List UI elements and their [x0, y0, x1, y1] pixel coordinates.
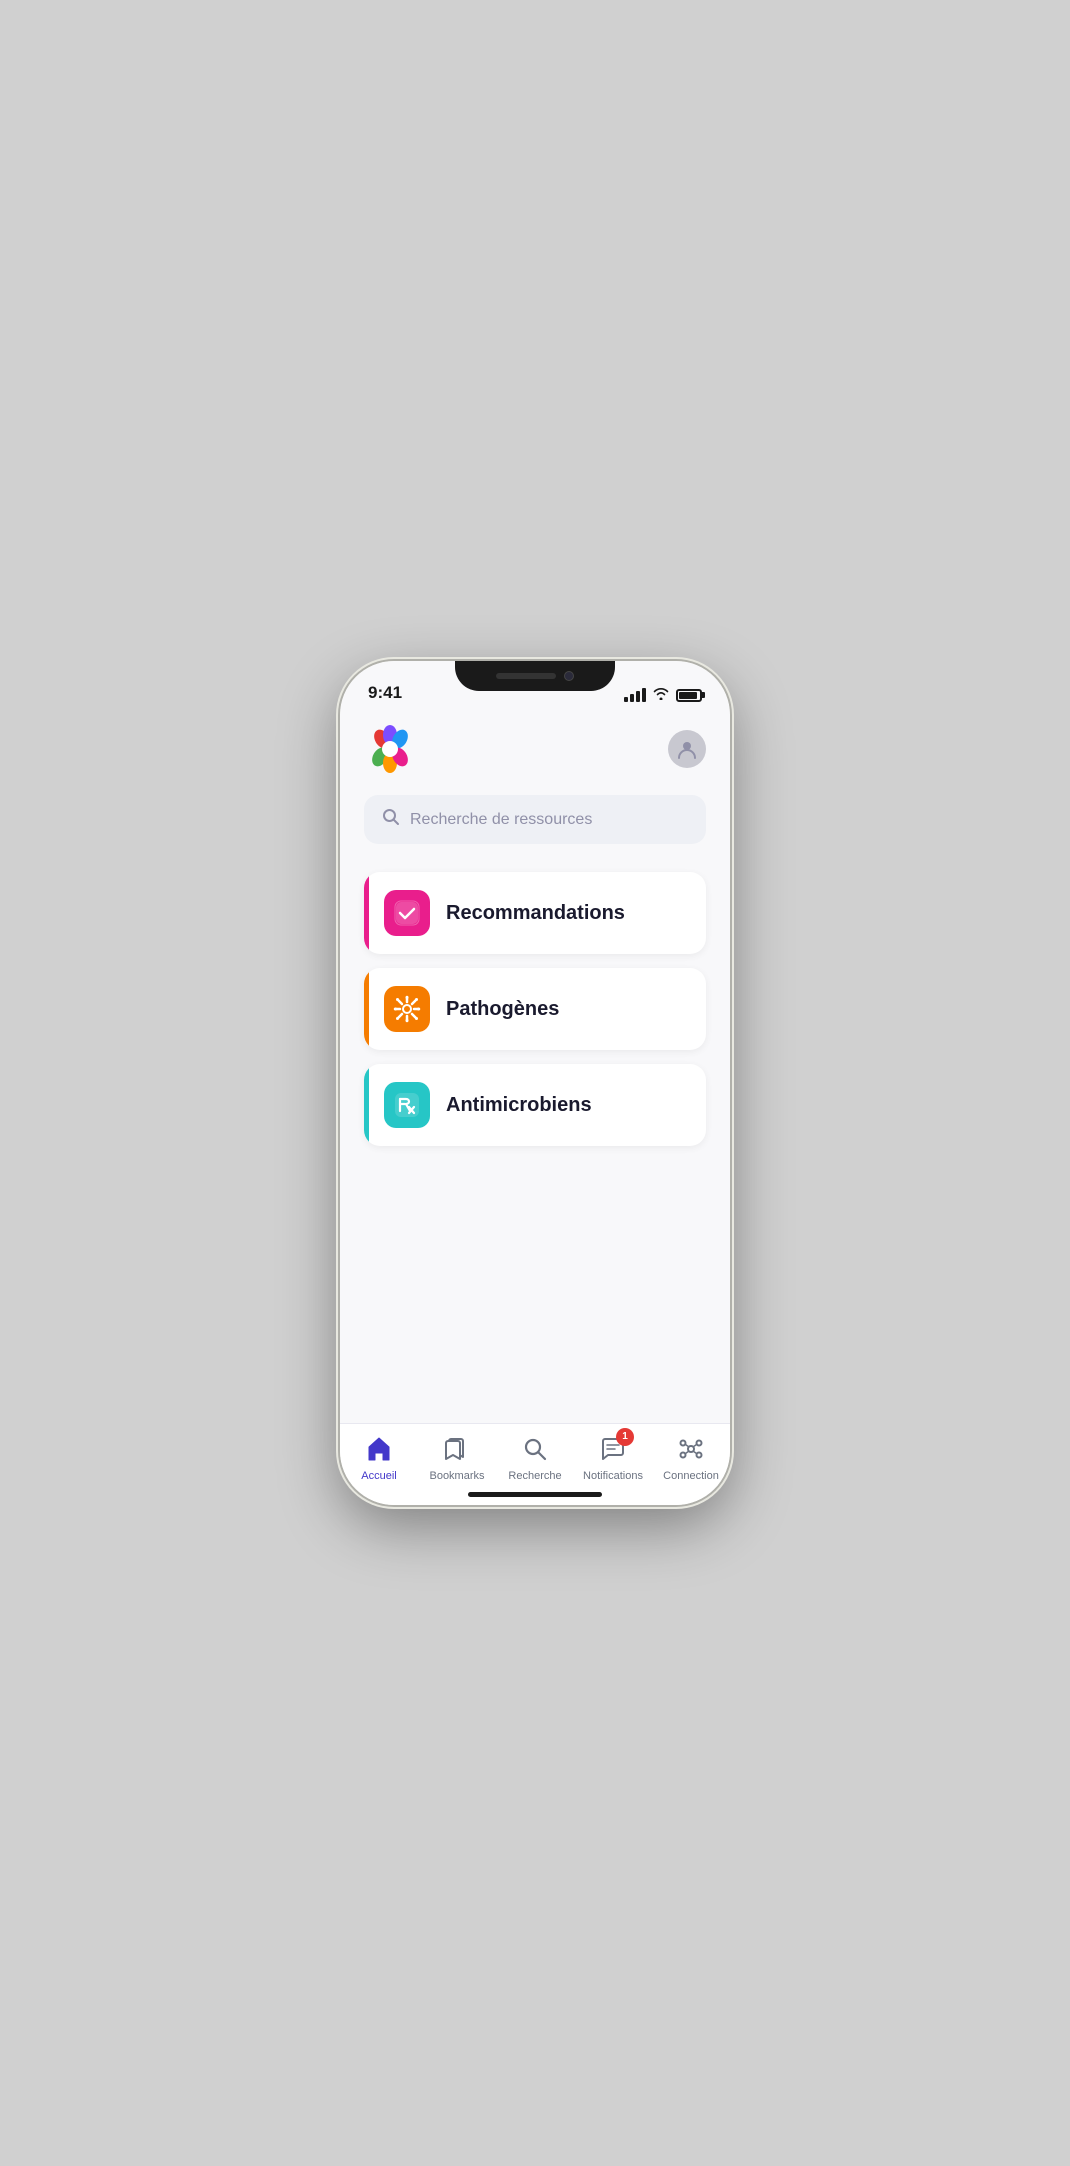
nav-item-bookmarks[interactable]: Bookmarks	[427, 1432, 487, 1482]
nav-item-recherche[interactable]: Recherche	[505, 1432, 565, 1482]
label-pathogenes: Pathogènes	[446, 998, 559, 1021]
menu-item-antimicrobiens[interactable]: Antimicrobiens	[364, 1064, 706, 1146]
icon-box-antimicrobiens	[384, 1082, 430, 1128]
nav-icon-wrap-notifications: 1	[596, 1432, 630, 1466]
signal-icon	[624, 688, 646, 702]
phone-screen: 9:41	[340, 661, 730, 1505]
search-bar[interactable]: Recherche de ressources	[364, 795, 706, 844]
nav-icon-wrap-connection	[674, 1432, 708, 1466]
nav-icon-wrap-bookmarks	[440, 1432, 474, 1466]
profile-avatar[interactable]	[668, 730, 706, 768]
notifications-badge: 1	[616, 1428, 634, 1446]
menu-item-pathogenes[interactable]: Pathogènes	[364, 968, 706, 1050]
search-placeholder: Recherche de ressources	[410, 811, 592, 829]
nav-icon-wrap-recherche	[518, 1432, 552, 1466]
notch	[455, 661, 615, 691]
wifi-icon	[652, 687, 670, 703]
nav-label-connection: Connection	[663, 1470, 719, 1482]
connection-icon	[677, 1435, 705, 1463]
status-icons	[624, 687, 702, 703]
nav-item-connection[interactable]: Connection	[661, 1432, 721, 1482]
nav-label-accueil: Accueil	[361, 1470, 396, 1482]
label-recommandations: Recommandations	[446, 902, 625, 925]
nav-icon-wrap-accueil	[362, 1432, 396, 1466]
search-nav-icon	[521, 1435, 549, 1463]
status-time: 9:41	[368, 683, 402, 703]
bookmark-icon	[443, 1435, 471, 1463]
accent-recommandations	[364, 872, 369, 954]
accent-antimicrobiens	[364, 1064, 369, 1146]
nav-item-accueil[interactable]: Accueil	[349, 1432, 409, 1482]
menu-item-recommandations[interactable]: Recommandations	[364, 872, 706, 954]
app-header	[364, 711, 706, 795]
home-indicator	[468, 1492, 602, 1497]
nav-label-notifications: Notifications	[583, 1470, 643, 1482]
camera	[564, 671, 574, 681]
menu-list: Recommandations	[364, 872, 706, 1146]
label-antimicrobiens: Antimicrobiens	[446, 1094, 592, 1117]
icon-box-recommandations	[384, 890, 430, 936]
phone-frame: 9:41	[340, 661, 730, 1505]
nav-item-notifications[interactable]: 1 Notifications	[583, 1432, 643, 1482]
accent-pathogenes	[364, 968, 369, 1050]
app-logo	[364, 723, 416, 775]
nav-label-recherche: Recherche	[508, 1470, 561, 1482]
speaker	[496, 673, 556, 679]
icon-box-pathogenes	[384, 986, 430, 1032]
battery-icon	[676, 689, 702, 702]
nav-label-bookmarks: Bookmarks	[429, 1470, 484, 1482]
home-icon	[365, 1435, 393, 1463]
main-content: Recherche de ressources Recommandations	[340, 711, 730, 1423]
search-icon	[382, 808, 400, 831]
